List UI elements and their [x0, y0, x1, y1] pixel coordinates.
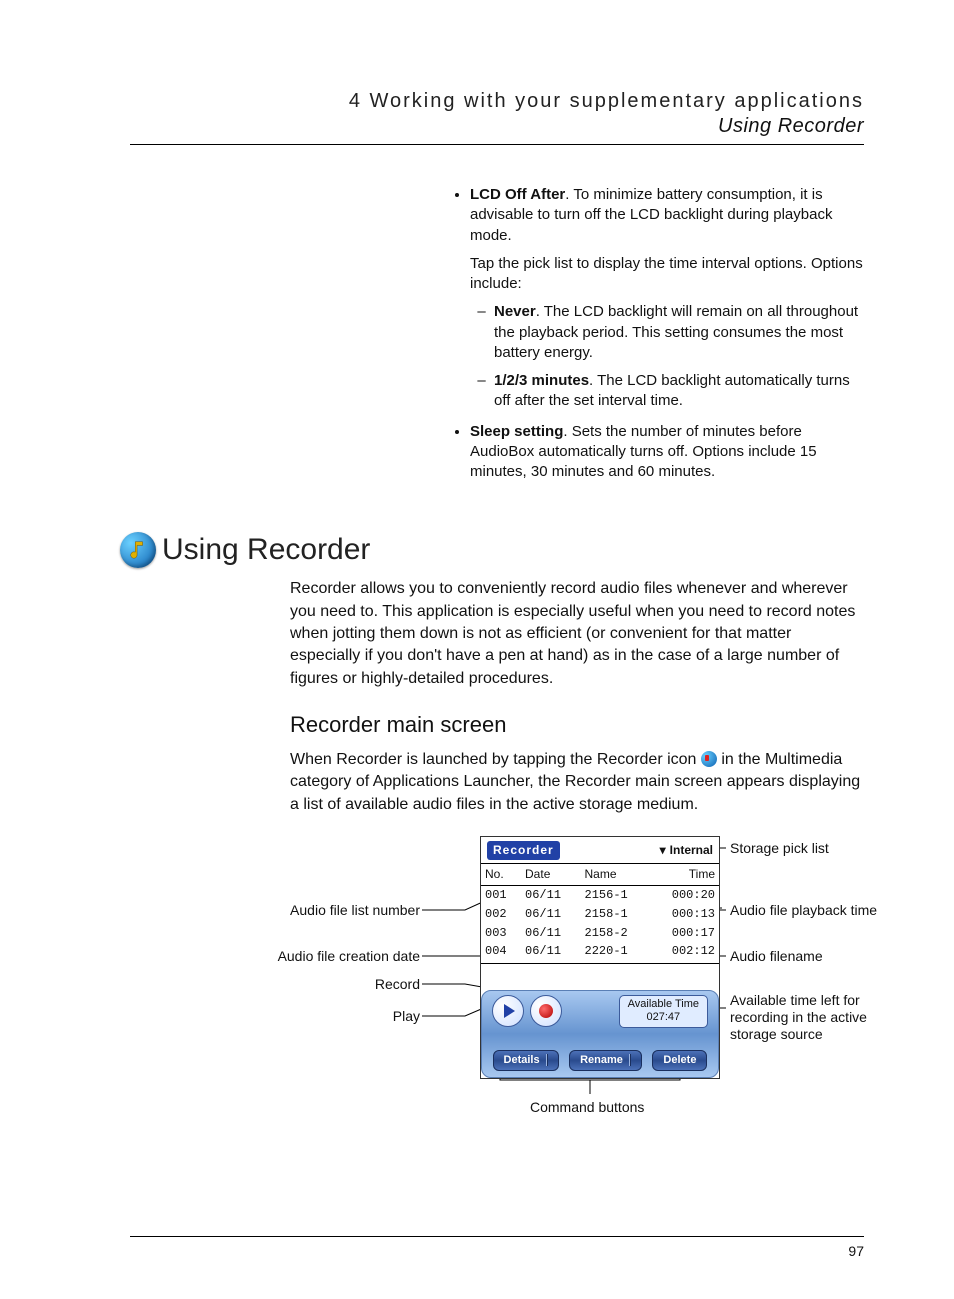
lcd-off-item: LCD Off After. To minimize battery consu… [470, 185, 864, 412]
callout-creation-date: Audio file creation date [278, 948, 420, 965]
storage-picklist-value: Internal [670, 842, 713, 859]
play-icon [504, 1004, 515, 1018]
recorder-app-label: Recorder [487, 841, 560, 860]
table-row[interactable]: 001 06/11 2156-1 000:20 [481, 885, 719, 904]
available-time-value: 027:47 [628, 1011, 699, 1024]
section-title-row: Using Recorder [120, 532, 864, 568]
never-desc: . The LCD backlight will remain on all t… [494, 303, 858, 361]
header-subtitle: Using Recorder [130, 115, 864, 138]
lcd-off-title: LCD Off After [470, 186, 565, 203]
callout-play: Play [393, 1008, 420, 1025]
callout-playback-time: Audio file playback time [730, 902, 877, 919]
lcd-off-sub: Tap the pick list to display the time in… [470, 254, 864, 295]
col-time: Time [650, 864, 719, 885]
body-text: Recorder allows you to conveniently reco… [290, 578, 864, 1136]
callout-storage-pick: Storage pick list [730, 840, 829, 857]
callout-file-number: Audio file list number [290, 902, 420, 919]
callout-available-time: Available time left for recording in the… [730, 992, 900, 1042]
storage-picklist[interactable]: ▾ Internal [660, 842, 713, 859]
chapter-title: 4 Working with your supplementary applic… [130, 90, 864, 113]
main-screen-paragraph: When Recorder is launched by tapping the… [290, 749, 864, 816]
rename-button[interactable]: Rename [569, 1050, 642, 1071]
minutes-item: 1/2/3 minutes. The LCD backlight automat… [494, 371, 864, 412]
available-time-box: Available Time 027:47 [619, 995, 708, 1027]
col-date: Date [521, 864, 581, 885]
sleep-title: Sleep setting [470, 423, 563, 440]
play-button[interactable] [492, 995, 524, 1027]
table-row[interactable]: 002 06/11 2158-1 000:13 [481, 905, 719, 924]
minutes-title: 1/2/3 minutes [494, 372, 589, 389]
section-title: Using Recorder [162, 533, 370, 567]
callout-record: Record [375, 976, 420, 993]
recorder-app-window: Recorder ▾ Internal No. Date Name Time [480, 836, 720, 1079]
dropdown-arrow-icon: ▾ [660, 842, 666, 859]
controls-panel: Available Time 027:47 Details Rename Del… [481, 990, 719, 1078]
header-rule [130, 144, 864, 145]
available-time-label: Available Time [628, 998, 699, 1011]
subsection-title: Recorder main screen [290, 710, 864, 741]
intro-paragraph: Recorder allows you to conveniently reco… [290, 578, 864, 690]
never-title: Never [494, 303, 536, 320]
col-no: No. [481, 864, 521, 885]
record-button[interactable] [530, 995, 562, 1027]
table-row[interactable]: 004 06/11 2220-1 002:12 [481, 942, 719, 963]
table-row[interactable]: 003 06/11 2158-2 000:17 [481, 924, 719, 943]
p2-part-a: When Recorder is launched by tapping the… [290, 751, 701, 768]
page-header: 4 Working with your supplementary applic… [130, 90, 864, 138]
document-page: 4 Working with your supplementary applic… [0, 0, 954, 1299]
file-table: No. Date Name Time 001 06/11 2156-1 000:… [481, 864, 719, 964]
record-icon [539, 1004, 553, 1018]
footer-rule [130, 1236, 864, 1237]
never-item: Never. The LCD backlight will remain on … [494, 302, 864, 363]
recorder-inline-icon [701, 751, 717, 767]
details-button[interactable]: Details [493, 1050, 559, 1071]
sleep-item: Sleep setting. Sets the number of minute… [470, 422, 864, 483]
callout-command-buttons: Command buttons [530, 1098, 644, 1118]
col-name: Name [581, 864, 650, 885]
recorder-titlebar: Recorder ▾ Internal [481, 837, 719, 864]
page-number: 97 [130, 1243, 864, 1259]
lcd-sleep-block: LCD Off After. To minimize battery consu… [450, 185, 864, 482]
delete-button[interactable]: Delete [652, 1050, 707, 1071]
recorder-diagram: Audio file list number Audio file creati… [290, 836, 864, 1136]
callout-filename: Audio filename [730, 948, 823, 965]
music-note-icon [120, 532, 156, 568]
